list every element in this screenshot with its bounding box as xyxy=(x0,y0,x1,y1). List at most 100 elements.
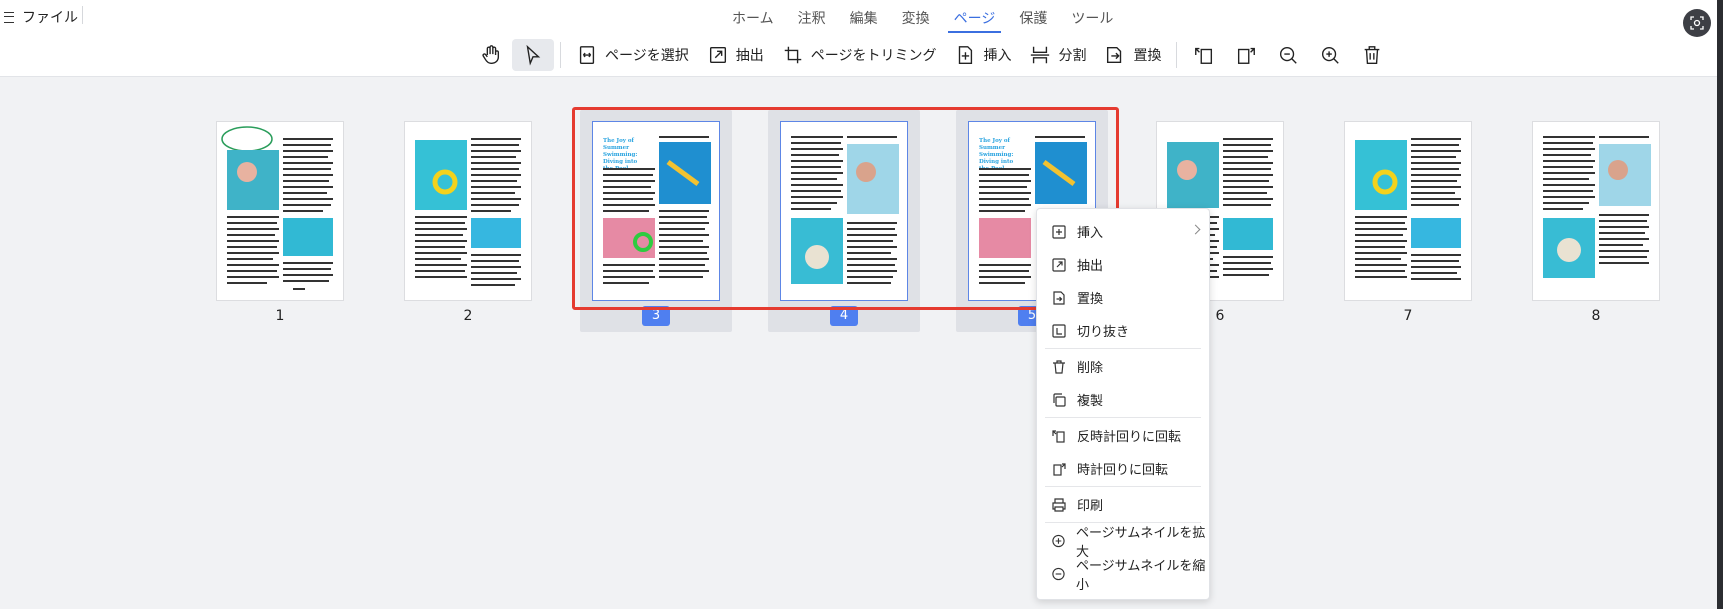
context-extract-label: 抽出 xyxy=(1077,259,1104,274)
replace-button[interactable]: 置換 xyxy=(1095,39,1170,71)
select-page-button[interactable]: ページを選択 xyxy=(567,39,698,71)
delete-page-button[interactable] xyxy=(1351,39,1393,71)
rotate-ccw-icon xyxy=(1052,429,1065,443)
crop-icon xyxy=(784,46,801,64)
context-insert[interactable]: 挿入 xyxy=(1037,215,1209,248)
insert-page-icon xyxy=(1052,224,1066,239)
crop-icon xyxy=(1052,323,1066,338)
tab-annotate[interactable]: 注釈 xyxy=(786,5,838,31)
trim-page-button[interactable]: ページをトリミング xyxy=(773,39,946,71)
context-replace[interactable]: 置換 xyxy=(1037,281,1209,314)
page-thumbnail-2[interactable] xyxy=(404,121,532,301)
toolbar-divider xyxy=(560,42,561,68)
context-delete[interactable]: 削除 xyxy=(1037,350,1209,383)
copy-icon xyxy=(1053,392,1066,407)
zoom-out-icon xyxy=(1280,46,1298,64)
split-icon xyxy=(1031,46,1050,64)
page-thumbnail-8[interactable] xyxy=(1532,121,1660,301)
page-number: 7 xyxy=(1403,308,1413,324)
select-page-label: ページを選択 xyxy=(605,48,689,64)
page-8-content xyxy=(1543,136,1651,278)
context-print-label: 印刷 xyxy=(1077,499,1104,514)
extract-label: 抽出 xyxy=(735,48,764,64)
toolbar-divider xyxy=(1176,42,1178,68)
trash-icon xyxy=(1053,359,1065,374)
page-thumbnail-1[interactable] xyxy=(216,121,344,301)
zoom-out-button[interactable] xyxy=(1267,39,1309,71)
file-menu[interactable]: ファイル xyxy=(4,6,78,28)
context-duplicate-label: 複製 xyxy=(1077,394,1104,409)
context-print[interactable]: 印刷 xyxy=(1037,488,1209,521)
insert-page-icon xyxy=(959,46,973,64)
tab-page[interactable]: ページ xyxy=(942,5,1008,33)
context-insert-label: 挿入 xyxy=(1077,226,1104,241)
context-zoom-out-label: ページサムネイルを縮小 xyxy=(1075,558,1206,593)
menu-divider xyxy=(1045,417,1201,418)
zoom-in-icon xyxy=(1052,534,1065,547)
screenshot-button[interactable] xyxy=(1683,9,1711,37)
rotate-ccw-button[interactable] xyxy=(1183,39,1225,71)
insert-label: 挿入 xyxy=(983,48,1012,64)
insert-button[interactable]: 挿入 xyxy=(945,39,1020,71)
printer-icon xyxy=(1052,497,1066,512)
page-context-menu: 挿入 抽出 置換 切り抜き 削除 複製 反時計回りに回転 時計回りに回転 印刷 … xyxy=(1036,208,1210,600)
split-label: 分割 xyxy=(1058,48,1087,64)
extract-button[interactable]: 抽出 xyxy=(698,39,773,71)
context-replace-label: 置換 xyxy=(1077,292,1104,307)
page-1-content xyxy=(221,126,333,290)
page-thumbnail-7[interactable] xyxy=(1344,121,1472,301)
replace-icon xyxy=(1053,290,1065,305)
pointer-icon xyxy=(526,44,541,66)
page-number: 8 xyxy=(1591,308,1601,324)
context-rotate-ccw-label: 反時計回りに回転 xyxy=(1077,430,1182,445)
divider xyxy=(82,6,83,24)
file-menu-label: ファイル xyxy=(22,10,78,26)
select-page-icon xyxy=(579,46,595,64)
tab-edit[interactable]: 編集 xyxy=(838,5,890,31)
context-zoom-in-thumbnails[interactable]: ページサムネイルを拡大 xyxy=(1037,524,1209,560)
replace-label: 置換 xyxy=(1133,48,1162,64)
rotate-cw-icon xyxy=(1053,462,1066,476)
tab-convert[interactable]: 変換 xyxy=(890,5,942,31)
menu-tabs: ホーム 注釈 編集 変換 ページ 保護 ツール xyxy=(720,5,1125,33)
page-toolbar: ページを選択 抽出 ページをトリミング 挿入 分割 置換 xyxy=(470,38,1393,72)
context-crop[interactable]: 切り抜き xyxy=(1037,314,1209,347)
rotate-ccw-icon xyxy=(1195,47,1213,64)
context-delete-label: 削除 xyxy=(1077,361,1104,376)
tab-tools[interactable]: ツール xyxy=(1059,5,1125,31)
replace-icon xyxy=(1107,46,1122,64)
menu-icon[interactable] xyxy=(4,11,14,23)
extract-icon xyxy=(709,46,726,64)
context-duplicate[interactable]: 複製 xyxy=(1037,383,1209,416)
hand-tool-button[interactable] xyxy=(470,39,512,71)
rotate-cw-icon xyxy=(1238,47,1256,64)
zoom-out-icon xyxy=(1052,567,1065,580)
menu-divider xyxy=(1045,348,1201,349)
screenshot-icon xyxy=(1690,16,1704,30)
context-rotate-cw-label: 時計回りに回転 xyxy=(1077,463,1169,478)
zoom-in-icon xyxy=(1322,46,1340,64)
page-2-content xyxy=(415,138,521,286)
tab-home[interactable]: ホーム xyxy=(720,5,786,31)
context-extract[interactable]: 抽出 xyxy=(1037,248,1209,281)
zoom-in-button[interactable] xyxy=(1309,39,1351,71)
window-edge xyxy=(1717,0,1723,609)
page-number: 2 xyxy=(463,308,473,324)
top-bar: ファイル ホーム 注釈 編集 変換 ページ 保護 ツール ページを選択 抽出 ペ… xyxy=(0,0,1723,77)
extract-icon xyxy=(1052,257,1066,272)
context-rotate-cw[interactable]: 時計回りに回転 xyxy=(1037,452,1209,485)
submenu-arrow-icon xyxy=(1190,224,1201,235)
context-rotate-ccw[interactable]: 反時計回りに回転 xyxy=(1037,419,1209,452)
split-button[interactable]: 分割 xyxy=(1020,39,1095,71)
page-number: 1 xyxy=(275,308,285,324)
select-tool-button[interactable] xyxy=(512,39,554,71)
hand-icon xyxy=(482,45,500,64)
rotate-cw-button[interactable] xyxy=(1225,39,1267,71)
trim-page-label: ページをトリミング xyxy=(810,48,937,64)
page-7-content xyxy=(1355,138,1461,280)
menu-divider xyxy=(1045,486,1201,487)
tab-protect[interactable]: 保護 xyxy=(1007,5,1059,31)
context-zoom-out-thumbnails[interactable]: ページサムネイルを縮小 xyxy=(1037,557,1209,593)
trash-icon xyxy=(1365,46,1380,64)
context-crop-label: 切り抜き xyxy=(1077,325,1130,340)
